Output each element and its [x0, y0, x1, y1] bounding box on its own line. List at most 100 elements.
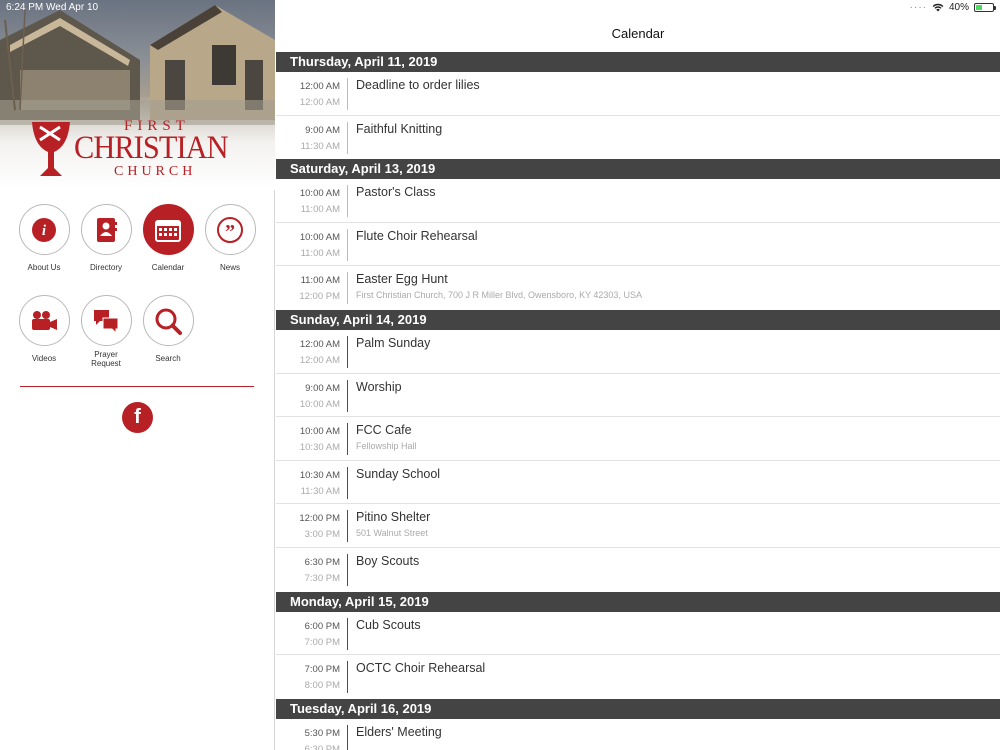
event-row[interactable]: 10:00 AM 10:30 AM FCC Cafe Fellowship Hall [276, 417, 1000, 461]
event-row[interactable]: 6:00 PM 7:00 PM Cub Scouts [276, 612, 1000, 656]
event-row[interactable]: 10:00 AM 11:00 AM Flute Choir Rehearsal [276, 223, 1000, 267]
event-end-time: 10:30 AM [299, 442, 340, 454]
event-title: Boy Scouts [356, 553, 420, 568]
event-row[interactable]: 6:30 PM 7:30 PM Boy Scouts [276, 548, 1000, 592]
event-title: OCTC Choir Rehearsal [356, 661, 486, 676]
event-start-time: 11:00 AM [300, 275, 340, 287]
event-list[interactable]: Thursday, April 11, 2019 12:00 AM 12:00 AM… [276, 52, 1000, 750]
event-row[interactable]: 9:00 AM 10:00 AM Worship [276, 374, 1000, 418]
event-end-time: 3:00 PM [304, 529, 340, 541]
menu-item-calendar[interactable]: Calendar [133, 204, 203, 272]
sidebar: FIRST CHRISTIAN CHURCH i About Us Direct… [0, 0, 275, 750]
quote-icon: ” [217, 216, 243, 243]
event-color-bar [347, 272, 348, 305]
event-title: Sunday School [356, 466, 441, 481]
search-icon [155, 308, 182, 335]
event-start-time: 12:00 PM [299, 513, 340, 525]
day-header: Saturday, April 13, 2019 [276, 159, 1000, 180]
event-color-bar [347, 78, 348, 110]
event-end-time: 12:00 AM [299, 97, 340, 108]
event-row[interactable]: 12:00 PM 3:00 PM Pitino Shelter 501 Walnut … [276, 504, 1000, 548]
about-us-button[interactable]: i [18, 204, 70, 255]
menu-label-search: Search [155, 354, 181, 363]
day-header: Monday, April 15, 2019 [276, 591, 1000, 612]
event-row[interactable]: 9:00 AM 11:30 AM Faithful Knitting [276, 116, 1000, 160]
prayer-request-button[interactable] [80, 295, 132, 346]
event-color-bar [347, 510, 348, 543]
battery-fill [976, 5, 983, 10]
day-header: Thursday, April 11, 2019 [276, 52, 1000, 72]
battery-icon [974, 3, 996, 12]
calendar-icon [155, 219, 181, 242]
event-title: FCC Cafe [356, 423, 412, 438]
facebook-icon[interactable]: f [122, 402, 153, 433]
event-title: Pastor's Class [356, 185, 436, 200]
chalice-icon [32, 122, 70, 176]
event-color-bar [347, 724, 348, 750]
event-row[interactable]: 11:00 AM 12:00 PM Easter Egg Hunt First Chr… [276, 266, 1000, 310]
event-start-time: 7:00 PM [304, 664, 340, 676]
event-start-time: 9:00 AM [305, 382, 340, 394]
videos-button[interactable] [18, 295, 70, 346]
event-end-time: 7:00 PM [304, 636, 340, 648]
menu-label-videos: Videos [31, 354, 57, 363]
day-events: 12:00 AM 12:00 AM Palm Sunday 9:00 AM 10:00 … [276, 330, 1000, 592]
news-button[interactable]: ” [204, 204, 256, 255]
directory-button[interactable] [80, 204, 132, 255]
event-title: Palm Sunday [356, 335, 431, 350]
event-row[interactable]: 5:30 PM 6:30 PM Elders' Meeting [276, 719, 1000, 750]
menu-item-videos[interactable]: Videos [9, 295, 79, 363]
day-events: 10:00 AM 11:00 AM Pastor's Class 10:00 AM 11… [276, 179, 1000, 310]
dots-icon: ···· [909, 2, 927, 13]
menu-item-about-us[interactable]: i About Us [9, 204, 79, 272]
event-color-bar [347, 335, 348, 368]
event-end-time: 10:00 AM [299, 398, 340, 410]
church-logo: FIRST CHRISTIAN CHURCH [30, 118, 250, 182]
event-start-time: 12:00 AM [299, 338, 340, 350]
event-color-bar [347, 228, 348, 261]
event-color-bar [347, 661, 348, 694]
calendar-button[interactable] [142, 204, 194, 255]
sidebar-divider [20, 386, 254, 387]
menu-label-calendar: Calendar [151, 263, 185, 272]
search-button[interactable] [142, 295, 194, 346]
event-start-time: 10:00 AM [299, 426, 340, 438]
menu-item-search[interactable]: Search [133, 295, 203, 363]
event-color-bar [347, 423, 348, 456]
menu-label-about-us: About Us [27, 263, 61, 272]
event-end-time: 11:30 AM [300, 140, 340, 152]
menu-item-news[interactable]: ” News [195, 204, 265, 272]
event-end-time: 11:00 AM [300, 247, 340, 259]
event-end-time: 12:00 PM [299, 291, 340, 303]
event-color-bar [347, 379, 348, 412]
logo-christian-text: CHRISTIAN [74, 130, 229, 166]
facebook-label: f [134, 406, 141, 428]
event-start-time: 5:30 PM [304, 727, 340, 739]
event-end-time: 6:30 PM [304, 743, 340, 750]
event-row[interactable]: 10:30 AM 11:30 AM Sunday School [276, 461, 1000, 505]
menu-label-news: News [219, 263, 240, 272]
menu-item-directory[interactable]: Directory [71, 204, 141, 272]
event-color-bar [347, 121, 348, 154]
menu-item-prayer-request[interactable]: Prayer Request [71, 295, 141, 368]
event-row[interactable]: 7:00 PM 8:00 PM OCTC Choir Rehearsal [276, 655, 1000, 699]
event-color-bar [347, 617, 348, 650]
calendar-panel: Calendar Thursday, April 11, 2019 12:00 A… [276, 0, 1000, 750]
event-row[interactable]: 10:00 AM 11:00 AM Pastor's Class [276, 179, 1000, 223]
event-location: 501 Walnut Street [356, 528, 428, 539]
event-row[interactable]: 12:00 AM 12:00 AM Deadline to order lilies [276, 72, 1000, 116]
event-color-bar [347, 466, 348, 499]
menu-label-directory: Directory [89, 263, 122, 272]
event-row[interactable]: 12:00 AM 12:00 AM Palm Sunday [276, 330, 1000, 374]
event-title: Cub Scouts [356, 617, 421, 632]
event-title: Faithful Knitting [356, 121, 443, 136]
page-title: Calendar [611, 25, 665, 41]
video-camera-icon [32, 310, 57, 330]
day-header: Sunday, April 14, 2019 [276, 309, 1000, 330]
event-start-time: 9:00 AM [305, 124, 340, 136]
event-start-time: 6:00 PM [304, 620, 340, 632]
event-start-time: 12:00 AM [299, 81, 340, 92]
event-color-bar [347, 185, 348, 218]
day-events: 12:00 AM 12:00 AM Deadline to order lilies… [276, 72, 1000, 159]
event-location: First Christian Church, 700 J R Miller B… [356, 290, 642, 301]
